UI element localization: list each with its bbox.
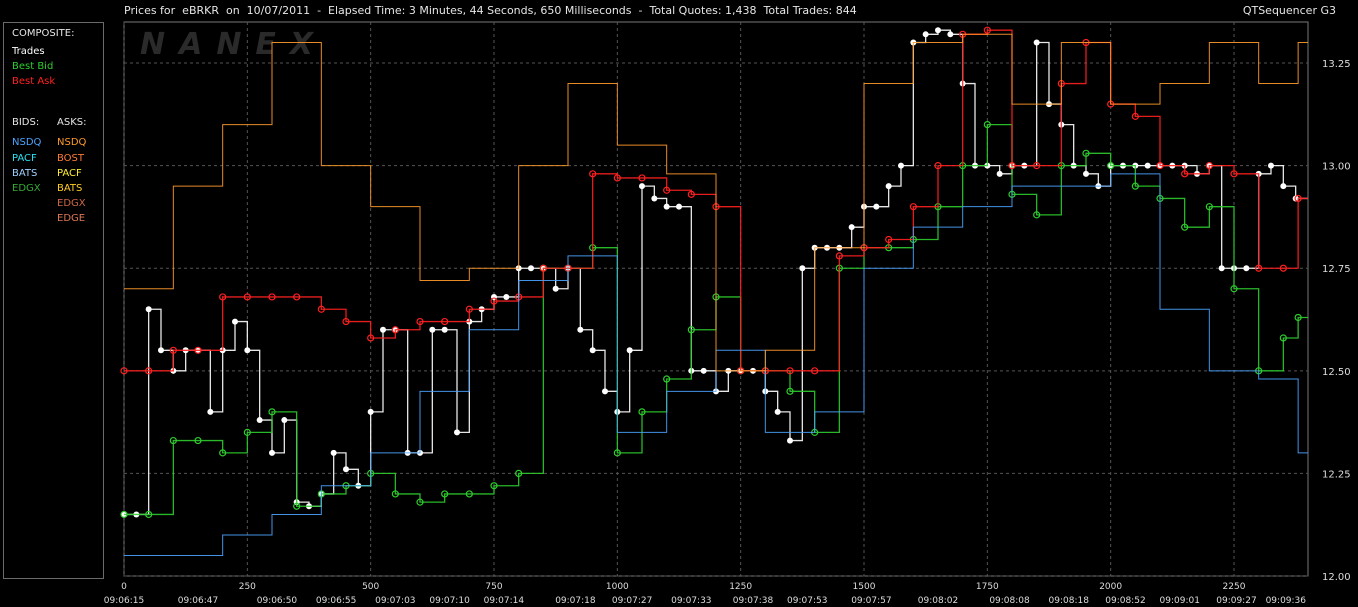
data-point-trades <box>935 27 941 34</box>
data-point-trades <box>651 195 658 202</box>
data-point-trades <box>774 408 781 415</box>
x-tick-label: 1500 <box>853 582 876 592</box>
time-label: 09:09:01 <box>1160 596 1200 606</box>
data-point-trades <box>343 466 349 473</box>
data-point-trades <box>898 162 904 169</box>
time-label: 09:09:27 <box>1216 596 1256 606</box>
data-point-trades <box>441 326 448 333</box>
time-label: 09:09:36 <box>1266 596 1307 606</box>
data-point-trades <box>1218 265 1225 272</box>
time-label: 09:08:08 <box>989 596 1030 606</box>
time-label: 09:07:53 <box>787 596 827 606</box>
x-tick-label: 2250 <box>1223 582 1246 592</box>
time-label: 09:08:18 <box>1049 596 1090 606</box>
time-label: 09:07:38 <box>733 596 774 606</box>
data-point-trades <box>380 326 386 333</box>
data-point-trades <box>454 429 460 436</box>
time-label: 09:07:27 <box>612 596 652 606</box>
data-point-trades <box>207 408 214 415</box>
x-tick-label: 0 <box>121 582 127 592</box>
time-label: 09:06:47 <box>178 596 218 606</box>
data-point-trades <box>1033 39 1040 46</box>
data-point-trades <box>787 437 793 444</box>
data-point-trades <box>626 347 633 354</box>
x-tick-label: 2000 <box>1099 582 1122 592</box>
time-label: 09:08:02 <box>918 596 958 606</box>
data-point-trades <box>885 183 892 190</box>
data-point-trades <box>503 293 510 300</box>
data-point-trades <box>244 347 251 354</box>
time-label: 09:06:15 <box>104 596 144 606</box>
x-tick-label: 1000 <box>606 582 629 592</box>
x-tick-label: 1250 <box>729 582 752 592</box>
data-point-trades <box>1268 162 1274 169</box>
data-point-trades <box>873 203 880 210</box>
data-point-trades <box>367 408 374 415</box>
time-label: 09:08:52 <box>1105 596 1145 606</box>
data-point-trades <box>922 31 929 38</box>
data-point-trades <box>528 265 534 272</box>
x-tick-label: 750 <box>485 582 502 592</box>
data-point-trades <box>1083 170 1089 177</box>
x-tick-label: 250 <box>239 582 256 592</box>
data-point-trades <box>947 31 954 38</box>
data-point-trades <box>577 326 584 333</box>
time-label: 09:07:14 <box>484 596 525 606</box>
y-tick-label: 12.50 <box>1322 367 1351 378</box>
time-label: 09:07:03 <box>375 596 415 606</box>
time-label: 09:07:10 <box>429 596 470 606</box>
data-point-trades <box>639 183 645 190</box>
y-tick-label: 12.75 <box>1322 264 1351 275</box>
data-point-trades <box>429 326 436 333</box>
data-point-trades <box>700 367 707 374</box>
data-point-trades <box>996 170 1003 177</box>
data-point-trades <box>330 449 337 456</box>
data-point-trades <box>232 318 238 325</box>
y-tick-label: 13.25 <box>1322 59 1351 70</box>
data-point-trades <box>145 306 152 313</box>
watermark: NANEX <box>140 27 327 62</box>
time-label: 09:06:50 <box>257 596 298 606</box>
data-point-trades <box>281 417 288 424</box>
data-point-trades <box>1243 265 1250 272</box>
data-point-trades <box>848 224 855 231</box>
data-point-trades <box>552 285 559 292</box>
data-point-trades <box>256 417 263 424</box>
data-point-trades <box>589 347 596 354</box>
x-tick-label: 500 <box>362 582 379 592</box>
time-label: 09:07:33 <box>671 596 711 606</box>
y-tick-label: 13.00 <box>1322 162 1351 173</box>
data-point-trades <box>676 203 682 210</box>
data-point-trades <box>663 203 670 210</box>
price-chart: NANEX 12.00 12.25 12.50 12.75 13.00 13.25 0 250 5… <box>104 21 1351 606</box>
time-label: 09:07:57 <box>851 596 891 606</box>
time-label: 09:06:55 <box>316 596 356 606</box>
y-tick-label: 12.25 <box>1322 469 1351 480</box>
time-label: 09:07:18 <box>555 596 596 606</box>
data-point-trades <box>602 388 608 395</box>
data-point-trades <box>158 347 164 354</box>
y-tick-label: 12.00 <box>1322 572 1351 583</box>
data-point-trades <box>269 449 275 456</box>
data-point-trades <box>799 265 806 272</box>
x-tick-label: 1750 <box>976 582 999 592</box>
data-point-trades <box>1144 162 1151 169</box>
data-point-trades <box>1280 183 1287 190</box>
